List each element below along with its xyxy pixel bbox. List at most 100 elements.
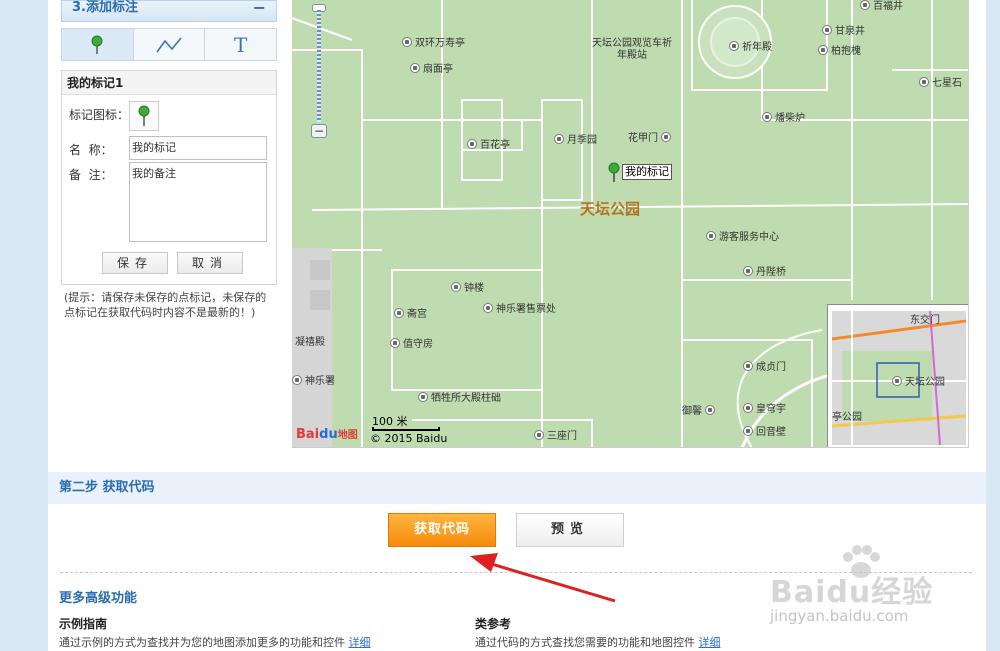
class-ref-desc: 通过代码的方式查找您需要的功能和地图控件 详细 [475,636,721,649]
add-marker-title: 3.添加标注 [72,0,138,15]
map-canvas[interactable]: − 天坛公园 我的标记 双环万寿亭 扇面亭 天坛公园观览车祈年殿站 祈年殿 甘泉… [292,0,969,448]
poi-icon [418,391,428,402]
poi[interactable]: 钟楼 [451,279,484,294]
note-label: 备 注： [69,168,113,182]
zoom-control[interactable]: − [311,0,327,140]
marker-icon-picker[interactable] [129,101,159,131]
poi-icon [394,307,404,318]
poi-icon [919,76,929,87]
icon-label: 标记图标： [69,108,130,122]
poi[interactable]: 燔柴炉 [762,109,805,124]
overview-map-inner: 天坛公园 亭公园 东交门 [832,311,966,445]
zoom-out-button[interactable]: − [311,124,327,138]
marker-pin[interactable] [608,162,620,182]
poi[interactable]: 牺牲所大殿柱础 [418,389,501,404]
poi-icon [743,360,753,371]
text-icon: T [234,32,248,57]
poi[interactable]: 月季园 [554,131,597,146]
examples-detail-link[interactable]: 详细 [349,636,371,649]
poi-icon [762,111,772,122]
baidu-jingyan-watermark: Baidu经验 jingyan.baidu.com [770,545,960,635]
overview-label: 东交门 [910,315,940,326]
poi-icon [729,40,739,51]
poi[interactable]: 值守房 [390,335,433,350]
poi-icon [743,402,753,413]
zoom-slider[interactable] [317,10,321,122]
poi[interactable]: 神乐署 [292,372,335,387]
watermark-text: Baidu经验 [770,575,934,610]
map-pin-icon [91,35,103,54]
poi-icon [661,131,671,142]
poi[interactable]: 天坛公园观览车祈年殿站 [592,38,672,62]
poi-icon [860,0,870,10]
park-name-label: 天坛公园 [580,200,641,218]
marker-form-title: 我的标记1 [62,71,276,95]
poi[interactable]: 皇穹宇 [743,400,786,415]
preview-button[interactable]: 预览 [516,513,624,547]
poi[interactable]: 祈年殿 [729,38,772,53]
marker-label[interactable]: 我的标记 [622,164,672,180]
poi[interactable]: 三座门 [534,427,577,442]
poi-icon [390,337,400,348]
poi[interactable]: 甘泉井 [822,22,865,37]
poi[interactable]: 回音壁 [743,423,786,438]
note-textarea[interactable]: 我的备注 [129,162,267,242]
add-marker-header[interactable]: 3.添加标注 − [61,0,277,22]
save-button[interactable]: 保存 [102,252,168,274]
poi-icon [292,374,302,385]
poi-icon [743,265,753,276]
poi[interactable]: 御馨 [682,402,718,417]
poi-icon [706,230,716,241]
poi-icon [822,24,832,35]
step2-header: 第二步 获取代码 [48,472,986,504]
poi-icon [534,429,544,440]
poi[interactable]: 花甲门 [628,129,674,144]
poi[interactable]: 凝禧殿 [295,333,325,348]
baidu-logo[interactable]: Baidu地图 [296,426,358,442]
overview-label: 亭公园 [832,412,862,423]
tool-line[interactable] [134,29,206,60]
poi-icon [451,281,461,292]
poi[interactable]: 双环万寿亭 [402,34,465,49]
poi-icon [818,44,828,55]
marker-form: 我的标记1 标记图标： 名 称： 我的标记 备 注： 我的备注 保存 取消 [61,70,277,285]
poi[interactable]: 百花亭 [467,136,510,151]
poi[interactable]: 神乐署售票处 [483,300,556,315]
poi[interactable]: 百福井 [860,0,903,12]
overview-map[interactable]: 天坛公园 亭公园 东交门 [827,304,968,447]
poi-icon [554,133,564,144]
name-label: 名 称： [69,143,113,157]
get-code-button[interactable]: 获取代码 [388,513,496,547]
poi[interactable]: 柏抱槐 [818,42,861,57]
marker-toolbar: T [61,28,277,61]
more-features-title: 更多高级功能 [59,591,138,606]
polyline-icon [156,36,182,52]
scale-bar [372,427,440,431]
poi[interactable]: 扇面亭 [410,60,453,75]
poi-icon [483,302,493,313]
poi-icon [705,404,715,415]
class-ref-title: 类参考 [475,617,512,631]
watermark-url: jingyan.baidu.com [770,607,909,625]
poi[interactable]: 七星石 [919,74,962,89]
poi-icon [402,36,412,47]
tool-point[interactable] [62,29,134,60]
tool-text[interactable]: T [205,29,276,60]
class-ref-detail-link[interactable]: 详细 [699,636,721,649]
poi[interactable]: 斋宫 [394,305,427,320]
poi[interactable]: 游客服务中心 [706,228,779,243]
cancel-button[interactable]: 取消 [177,252,243,274]
poi-icon [743,425,753,436]
poi-icon [892,375,902,386]
poi[interactable]: 成贞门 [743,358,786,373]
poi-icon [410,62,420,73]
collapse-icon[interactable]: − [253,0,266,16]
poi-icon [467,138,477,149]
name-input[interactable]: 我的标记 [129,136,267,160]
overview-label: 天坛公园 [892,373,945,388]
copyright: © 2015 Baidu [370,432,448,445]
tip-text: (提示：请保存未保存的点标记，未保存的点标记在获取代码时内容不是最新的！) [64,291,267,319]
map-pin-icon [138,105,150,126]
examples-title: 示例指南 [59,617,108,631]
poi[interactable]: 丹陛桥 [743,263,786,278]
